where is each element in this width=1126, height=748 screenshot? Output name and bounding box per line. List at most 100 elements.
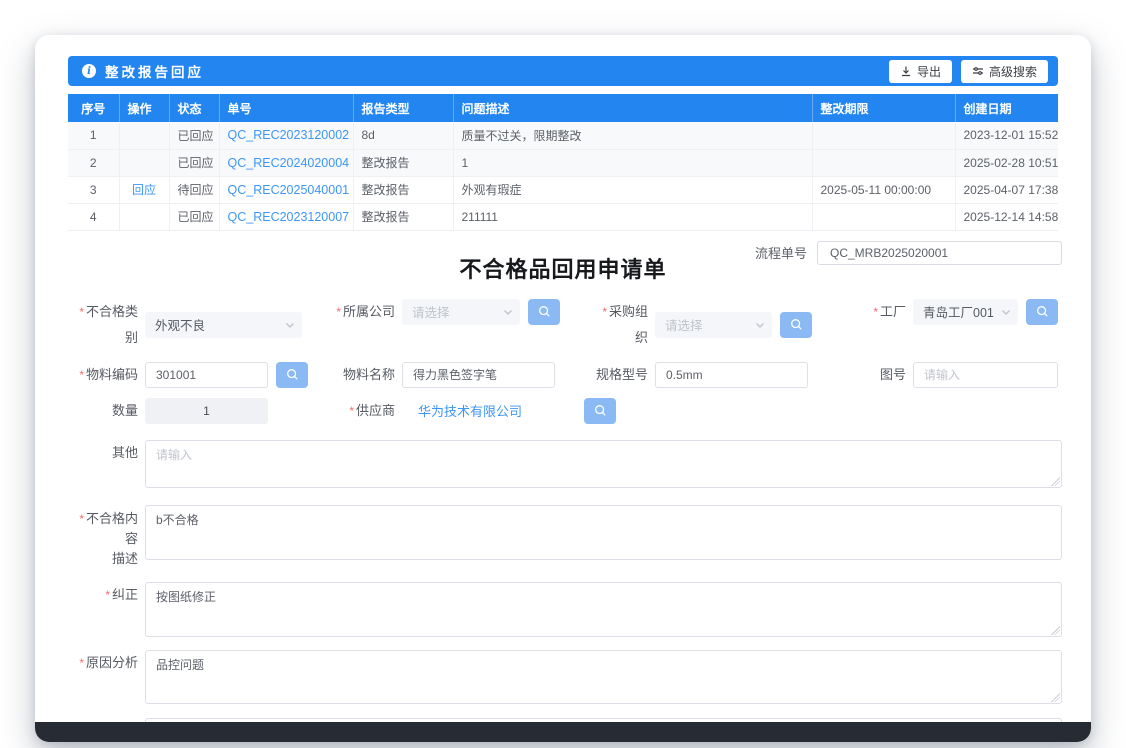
- cell-deadline: [812, 149, 955, 176]
- export-icon: [900, 65, 912, 77]
- table-row: 2 已回应 QC_REC2024020004 整改报告 1 2025-02-28…: [68, 149, 1058, 176]
- defect-desc-textarea[interactable]: b不合格: [145, 505, 1062, 560]
- spec-input[interactable]: [655, 362, 808, 388]
- defect-desc-label: *不合格内容 描述: [68, 505, 145, 569]
- quantity-field: 1: [145, 398, 268, 424]
- purchase-org-search-button[interactable]: [780, 312, 812, 338]
- search-icon: [790, 318, 803, 331]
- material-code-label: *物料编码: [68, 362, 145, 388]
- cell-status: 已回应: [169, 203, 219, 230]
- table-row: 3 回应 待回应 QC_REC2025040001 整改报告 外观有瑕症 202…: [68, 176, 1058, 203]
- table-row: 1 已回应 QC_REC2023120002 8d 质量不过关，限期整改 202…: [68, 122, 1058, 149]
- company-search-button[interactable]: [528, 299, 560, 325]
- cell-action: [119, 122, 169, 149]
- supplier-link[interactable]: 华为技术有限公司: [402, 401, 584, 420]
- other-label: 其他: [68, 440, 145, 466]
- purchase-org-select[interactable]: 请选择: [655, 312, 772, 338]
- order-no-link[interactable]: QC_REC2023120002: [228, 128, 350, 142]
- col-header-report-type: 报告类型: [353, 94, 453, 122]
- required-mark: *: [79, 368, 84, 382]
- col-header-seq: 序号: [68, 94, 119, 122]
- purchase-org-placeholder: 请选择: [665, 315, 703, 334]
- cell-report-type: 整改报告: [353, 176, 453, 203]
- cell-created: 2025-04-07 17:38:53: [955, 176, 1058, 203]
- material-name-input[interactable]: [402, 362, 555, 388]
- required-mark: *: [79, 656, 84, 670]
- cell-action: [119, 203, 169, 230]
- order-no-link[interactable]: QC_REC2024020004: [228, 156, 350, 170]
- export-button[interactable]: 导出: [889, 60, 952, 83]
- cell-created: 2025-12-14 14:58:16: [955, 203, 1058, 230]
- required-mark: *: [873, 305, 878, 319]
- required-mark: *: [79, 512, 84, 526]
- category-label: *不合格类别: [68, 299, 145, 351]
- company-select[interactable]: 请选择: [402, 299, 520, 325]
- process-no-input[interactable]: [817, 241, 1062, 265]
- required-mark: *: [336, 305, 341, 319]
- cell-seq: 2: [68, 149, 119, 176]
- material-code-input[interactable]: [145, 362, 268, 388]
- panel-header: i 整改报告回应 导出 高级搜索: [68, 56, 1058, 86]
- cell-deadline: 2025-05-11 00:00:00: [812, 176, 955, 203]
- chevron-down-icon: [755, 321, 765, 329]
- cell-status: 待回应: [169, 176, 219, 203]
- cell-seq: 1: [68, 122, 119, 149]
- search-icon: [538, 305, 551, 318]
- correction-textarea[interactable]: 按图纸修正: [145, 582, 1062, 637]
- cell-status: 已回应: [169, 122, 219, 149]
- cell-deadline: [812, 122, 955, 149]
- resize-handle-icon[interactable]: [1051, 477, 1060, 486]
- table-header-row: 序号 操作 状态 单号 报告类型 问题描述 整改期限 创建日期: [68, 94, 1058, 122]
- advanced-search-button[interactable]: 高级搜索: [961, 60, 1048, 83]
- respond-link[interactable]: 回应: [132, 183, 156, 197]
- correction-label: *纠正: [68, 582, 145, 608]
- cell-problem: 1: [453, 149, 812, 176]
- material-code-search-button[interactable]: [276, 362, 308, 388]
- resize-handle-icon[interactable]: [1051, 693, 1060, 702]
- category-select[interactable]: 外观不良: [145, 312, 302, 338]
- cell-problem: 211111: [453, 203, 812, 230]
- advanced-search-button-label: 高级搜索: [989, 63, 1037, 80]
- advanced-search-icon: [972, 65, 984, 77]
- factory-search-button[interactable]: [1026, 299, 1058, 325]
- cell-action: [119, 149, 169, 176]
- material-name-label: 物料名称: [330, 362, 402, 388]
- search-icon: [286, 368, 299, 381]
- cell-deadline: [812, 203, 955, 230]
- supplier-search-button[interactable]: [584, 398, 616, 424]
- other-textarea[interactable]: [145, 440, 1062, 488]
- cell-seq: 3: [68, 176, 119, 203]
- cell-created: 2023-12-01 15:52:54: [955, 122, 1058, 149]
- panel-title: 整改报告回应: [105, 61, 204, 81]
- table-row: 4 已回应 QC_REC2023120007 整改报告 211111 2025-…: [68, 203, 1058, 230]
- chevron-down-icon: [1001, 308, 1011, 316]
- cell-seq: 4: [68, 203, 119, 230]
- cause-analysis-textarea[interactable]: 品控问题: [145, 650, 1062, 704]
- search-icon: [594, 404, 607, 417]
- required-mark: *: [79, 305, 84, 319]
- spec-label: 规格型号: [590, 362, 655, 388]
- cell-status: 已回应: [169, 149, 219, 176]
- col-header-action: 操作: [119, 94, 169, 122]
- order-no-link[interactable]: QC_REC2025040001: [228, 183, 350, 197]
- resize-handle-icon[interactable]: [1051, 626, 1060, 635]
- export-button-label: 导出: [917, 63, 941, 80]
- company-label: *所属公司: [330, 299, 402, 325]
- chevron-down-icon: [503, 308, 513, 316]
- drawing-no-input[interactable]: [913, 362, 1058, 388]
- order-no-link[interactable]: QC_REC2023120007: [228, 210, 350, 224]
- required-mark: *: [349, 404, 354, 418]
- category-value: 外观不良: [155, 315, 205, 334]
- process-no-label: 流程单号: [755, 243, 807, 262]
- supplier-label: *供应商: [330, 398, 402, 424]
- col-header-problem: 问题描述: [453, 94, 812, 122]
- col-header-order-no: 单号: [219, 94, 353, 122]
- cell-report-type: 8d: [353, 122, 453, 149]
- info-icon: i: [82, 64, 96, 78]
- factory-select[interactable]: 青岛工厂001: [913, 299, 1018, 325]
- col-header-deadline: 整改期限: [812, 94, 955, 122]
- reports-table: 序号 操作 状态 单号 报告类型 问题描述 整改期限 创建日期 1 已回应 QC…: [68, 94, 1058, 231]
- app-window: i 整改报告回应 导出 高级搜索 序号 操作 状态: [35, 35, 1091, 742]
- col-header-status: 状态: [169, 94, 219, 122]
- cell-report-type: 整改报告: [353, 149, 453, 176]
